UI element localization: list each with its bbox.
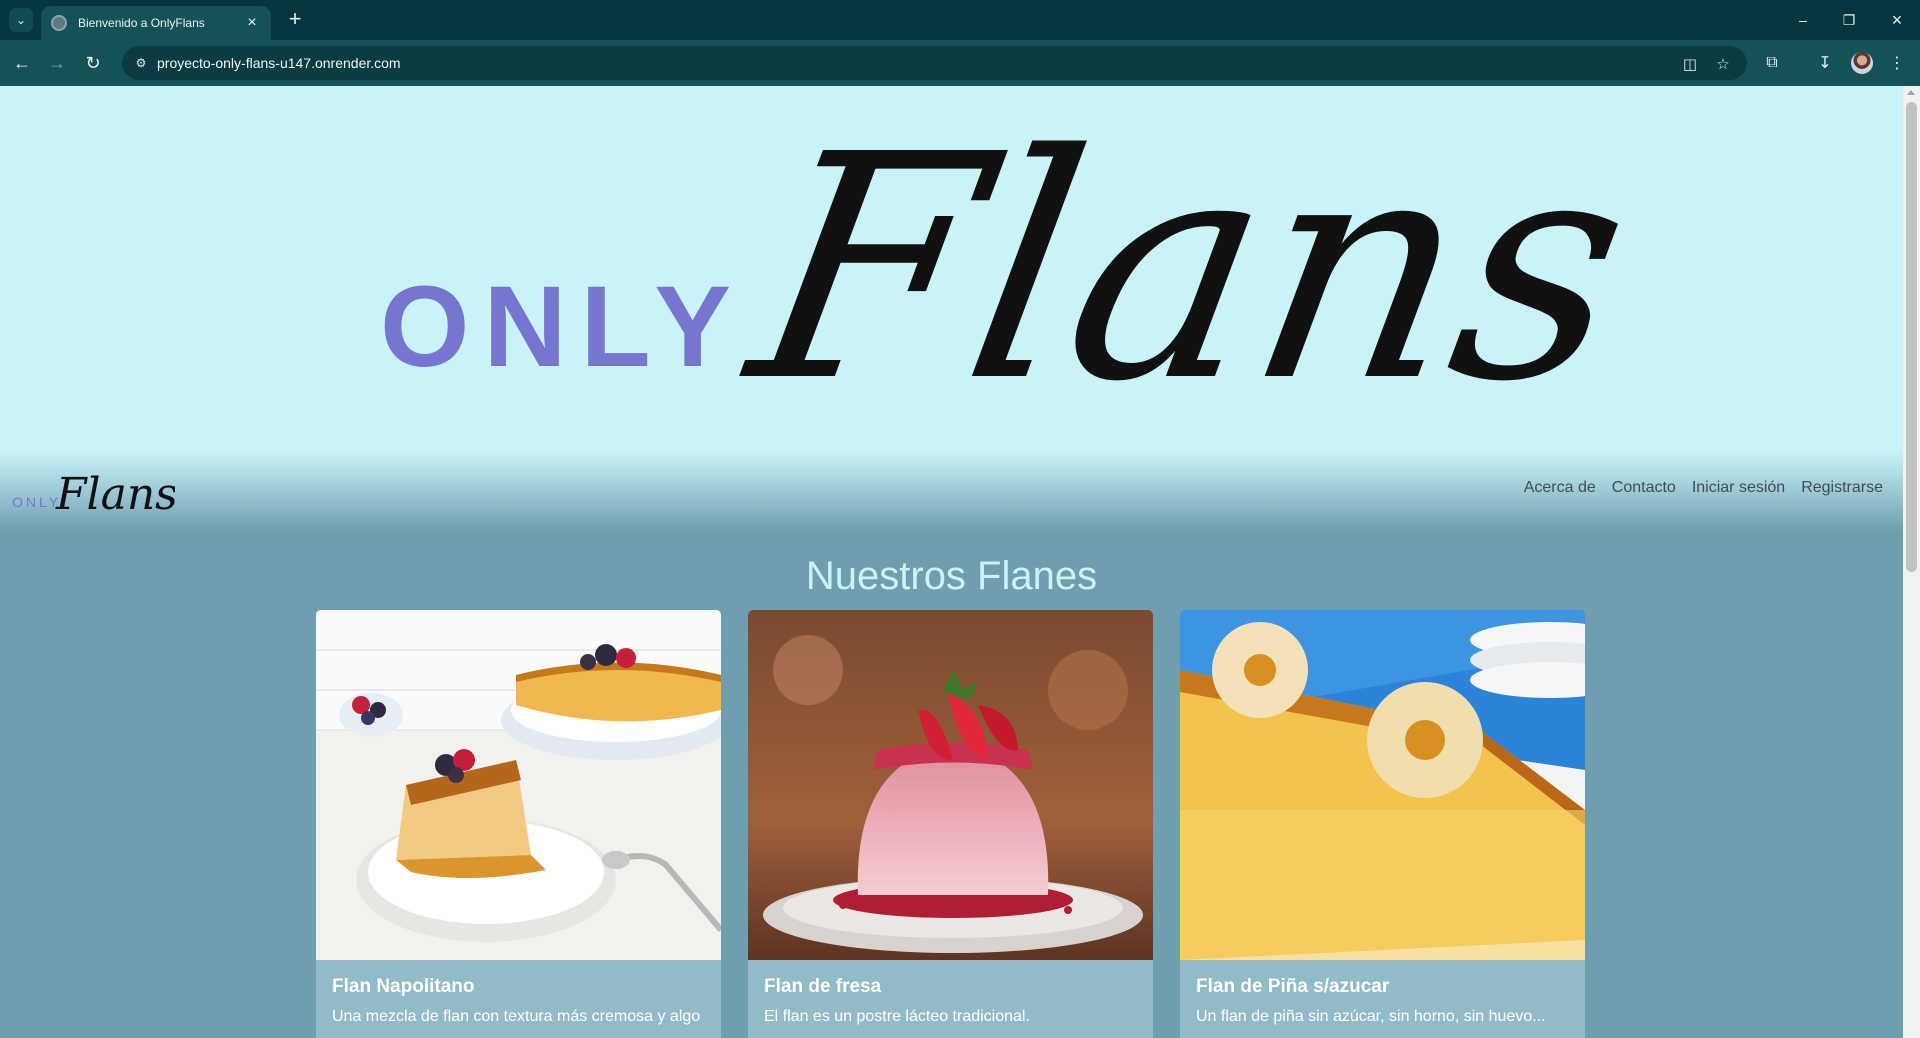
tab-search-icon[interactable]: ⌄: [9, 8, 33, 32]
flan-card[interactable]: Flan Napolitano Una mezcla de flan con t…: [316, 610, 721, 1038]
url-text[interactable]: proyecto-only-flans-u147.onrender.com: [157, 55, 401, 71]
brand-only: ONLY: [12, 494, 61, 510]
hero-logo-only: ONLY: [380, 263, 745, 391]
forward-icon[interactable]: →: [45, 51, 69, 75]
card-description: El flan es un postre lácteo tradicional.: [764, 1008, 1030, 1025]
site-info-icon[interactable]: ⚙: [132, 54, 150, 72]
scroll-up-icon[interactable]: [1907, 90, 1915, 95]
flan-pina-image: [1180, 610, 1585, 960]
download-icon[interactable]: ↧: [1813, 51, 1837, 75]
flan-napolitano-image: [316, 610, 721, 960]
hero-logo: ONLY Flans: [380, 88, 1652, 449]
flan-card[interactable]: Flan de Piña s/azucar Un flan de piña si…: [1180, 610, 1585, 1038]
address-bar[interactable]: ⚙ proyecto-only-flans-u147.onrender.com …: [122, 46, 1747, 80]
back-icon[interactable]: ←: [10, 51, 34, 75]
card-title: Flan de fresa: [764, 976, 882, 997]
tab-strip: ⌄ Bienvenido a OnlyFlans × + – ❐ ×: [0, 0, 1920, 40]
minimize-icon[interactable]: –: [1780, 0, 1826, 40]
page-title: Nuestros Flanes: [805, 554, 1098, 598]
brand-flans: Flans: [55, 469, 175, 520]
card-title: Flan Napolitano: [332, 976, 475, 997]
active-tab[interactable]: Bienvenido a OnlyFlans ×: [41, 6, 271, 40]
star-icon[interactable]: ☆: [1712, 53, 1734, 75]
page-scrollbar[interactable]: [1903, 86, 1920, 1038]
nav-links: Acerca de Contacto Iniciar sesión Regist…: [1524, 479, 1883, 497]
avatar[interactable]: [1851, 52, 1873, 74]
globe-icon: [51, 15, 67, 31]
tab-title: Bienvenido a OnlyFlans: [78, 16, 205, 30]
navbar: ONLY Flans Acerca de Contacto Iniciar se…: [0, 451, 1903, 531]
flan-fresa-image: [748, 610, 1153, 960]
card-description: Un flan de piña sin azúcar, sin horno, s…: [1196, 1008, 1546, 1025]
translate-icon[interactable]: ◫: [1679, 53, 1701, 75]
hero-banner: ONLY Flans: [0, 86, 1903, 451]
window-close-icon[interactable]: ×: [1874, 0, 1920, 40]
kebab-menu-icon[interactable]: ⋮: [1885, 51, 1909, 75]
nav-link-contacto[interactable]: Contacto: [1612, 479, 1676, 497]
navbar-brand[interactable]: ONLY Flans: [10, 461, 178, 521]
nav-link-acerca[interactable]: Acerca de: [1524, 479, 1596, 497]
extensions-icon[interactable]: ⧉: [1760, 51, 1784, 75]
nav-link-login[interactable]: Iniciar sesión: [1692, 479, 1785, 497]
browser-toolbar: ← → ↻ ⚙ proyecto-only-flans-u147.onrende…: [0, 40, 1920, 86]
card-description: Una mezcla de flan con textura más cremo…: [332, 1008, 701, 1025]
reload-icon[interactable]: ↻: [81, 51, 105, 75]
scroll-thumb[interactable]: [1906, 102, 1917, 572]
hero-logo-flans: Flans: [726, 88, 1652, 449]
plus-icon[interactable]: +: [283, 8, 307, 32]
restore-icon[interactable]: ❐: [1826, 0, 1872, 40]
close-icon[interactable]: ×: [243, 15, 261, 31]
page-viewport: ONLY Flans ONLY Flans Acerca de Contacto…: [0, 86, 1903, 1038]
card-title: Flan de Piña s/azucar: [1196, 976, 1390, 997]
nav-link-register[interactable]: Registrarse: [1801, 479, 1883, 497]
flan-card[interactable]: Flan de fresa El flan es un postre lácte…: [748, 610, 1153, 1038]
